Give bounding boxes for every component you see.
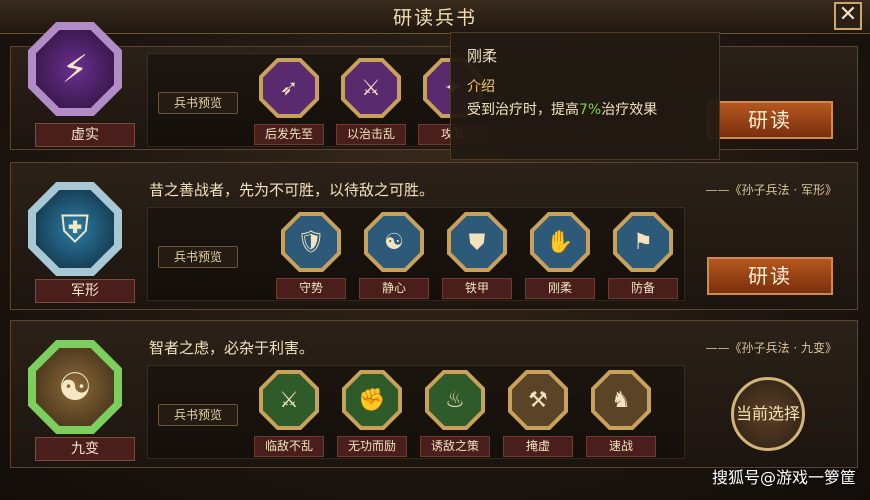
skill-label: 后发先至 [254,124,324,145]
skill-label: 诱敌之策 [420,436,490,457]
tooltip-desc-highlight: 7% [579,102,602,118]
jiubian-emblem-icon: ☯ [23,335,127,439]
skill-label: 临敌不乱 [254,436,324,457]
skills-panel: 兵书预览 ⚔ 临敌不乱 ✊ 无功而励 ♨ 诱敌之策 ⚒ 掩虚 ♞ 速战 [147,365,685,459]
skill-tooltip: 刚柔 介绍 受到治疗时，提高7%治疗效果 [450,32,720,160]
book-quote: 昔之善战者，先为不可胜，以待敌之可胜。 [149,181,435,199]
book-source: ——《孙子兵法 · 九变》 [705,341,837,355]
skill-item[interactable]: ⚒ 掩虚 [503,370,573,457]
title-bar: 研读兵书 ✕ [0,0,870,34]
skill-label: 速战 [586,436,656,457]
preview-label: 兵书预览 [158,92,238,114]
skill-item[interactable]: ➶ 后发先至 [254,58,324,145]
close-button[interactable]: ✕ [834,2,862,30]
skill-item[interactable]: ♨ 诱敌之策 [420,370,490,457]
tooltip-subtitle: 介绍 [467,79,495,95]
book-row-xushi: ⚡ 虚实 兵书预览 ➶ 后发先至 ⚔ 以治击乱 ✦ 攻其 研读 [10,22,858,150]
skill-label: 无功而励 [337,436,407,457]
page-title: 研读兵书 [392,7,477,29]
skill-item[interactable]: ♞ 速战 [586,370,656,457]
current-selection-badge: 当前选择 [731,377,805,451]
book-row-jiubian: ☯ 九变 智者之虑，必杂于利害。 ——《孙子兵法 · 九变》 兵书预览 ⚔ 临敌… [10,320,858,468]
skill-item[interactable]: ⚔ 临敌不乱 [254,370,324,457]
book-quote: 智者之虑，必杂于利害。 [149,339,315,357]
skill-item[interactable]: ☯ 静心 [359,212,429,299]
skill-label: 刚柔 [525,278,595,299]
study-button[interactable]: 研读 [707,257,833,295]
preview-label: 兵书预览 [158,246,238,268]
study-button[interactable]: 研读 [707,101,833,139]
book-name-tag: 九变 [35,437,135,461]
tooltip-desc-before: 受到治疗时，提高 [467,102,579,118]
book-name-tag: 虚实 [35,123,135,147]
skill-item[interactable]: ⚔ 以治击乱 [336,58,406,145]
skill-item[interactable]: ⚑ 防备 [608,212,678,299]
skill-label: 掩虚 [503,436,573,457]
skill-item[interactable]: ⛊ 铁甲 [442,212,512,299]
watermark: 搜狐号@游戏一箩筐 [711,468,856,487]
skill-label: 铁甲 [442,278,512,299]
tooltip-desc-after: 治疗效果 [601,102,658,118]
tooltip-title: 刚柔 [467,47,498,65]
xushi-emblem-icon: ⚡ [23,17,127,121]
skill-item[interactable]: ✊ 无功而励 [337,370,407,457]
preview-label: 兵书预览 [158,404,238,426]
tooltip-description: 受到治疗时，提高7%治疗效果 [467,100,703,121]
junxing-emblem-icon: ⛨ [23,177,127,281]
skill-item[interactable]: ✋ 刚柔 [525,212,595,299]
skill-item[interactable]: 🛡 守势 [276,212,346,299]
book-source: ——《孙子兵法 · 军形》 [705,183,837,197]
skill-label: 以治击乱 [336,124,406,145]
skill-label: 守势 [276,278,346,299]
book-row-junxing: ⛨ 军形 昔之善战者，先为不可胜，以待敌之可胜。 ——《孙子兵法 · 军形》 兵… [10,162,858,310]
skill-label: 防备 [608,278,678,299]
skill-label: 静心 [359,278,429,299]
book-name-tag: 军形 [35,279,135,303]
skills-panel: 兵书预览 🛡 守势 ☯ 静心 ⛊ 铁甲 ✋ 刚柔 ⚑ 防备 [147,207,685,301]
